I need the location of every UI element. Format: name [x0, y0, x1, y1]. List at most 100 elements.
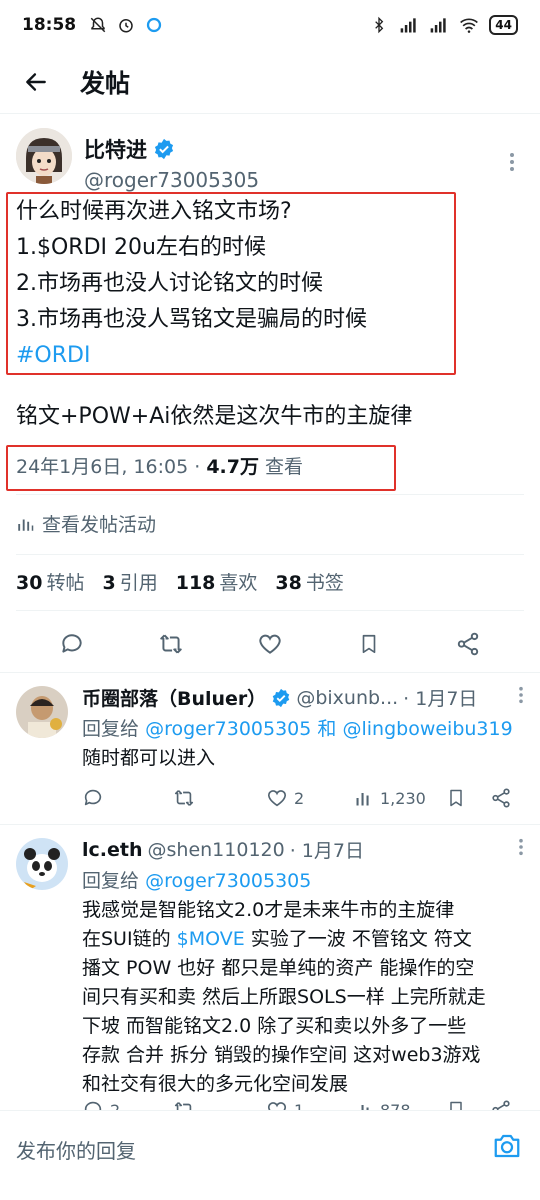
author-name[interactable]: 比特进 — [84, 134, 175, 164]
post-timestamp[interactable]: 24年1月6日, 16:05 · — [16, 456, 206, 478]
reply-text-line: 随时都可以进入 — [82, 747, 216, 769]
reply-input[interactable]: 发布你的回复 — [16, 1135, 136, 1164]
top-bar: 发帖 — [0, 50, 540, 114]
views-count: 878 — [380, 1100, 411, 1111]
reply-to-line: 回复给 @roger73005305 — [82, 866, 311, 893]
reply-author-name[interactable]: lc.eth — [82, 839, 143, 861]
stat-label: 引用 — [119, 572, 158, 594]
views-button[interactable]: 1,230 — [354, 788, 426, 808]
post-meta: 24年1月6日, 16:05 · 4.7万 查看 — [16, 452, 303, 479]
bookmark-button[interactable] — [446, 787, 466, 809]
sync-icon — [144, 15, 164, 35]
reply-action-row: 2 1,230 — [0, 782, 540, 814]
reply-icon — [61, 634, 82, 653]
mute-icon — [88, 15, 108, 35]
post-activity-link[interactable]: 查看发帖活动 — [16, 510, 156, 537]
analytics-icon — [361, 1105, 369, 1110]
reply-button[interactable] — [82, 787, 104, 809]
reply-author-handle: @bixunb... — [296, 686, 399, 709]
divider — [16, 554, 524, 555]
post-text-line: 什么时候再次进入铭文市场? — [16, 199, 292, 224]
status-bar: 18:58 44 — [0, 0, 540, 50]
mention-link[interactable]: @roger73005305 — [145, 718, 311, 740]
reply-actions: 2 1,230 — [72, 782, 532, 814]
reply-author-handle: @shen110120 — [147, 838, 285, 861]
reply-button[interactable]: 2 — [82, 1099, 120, 1110]
repost-button[interactable] — [149, 622, 193, 666]
camera-button[interactable] — [490, 1129, 524, 1163]
battery-indicator: 44 — [489, 15, 518, 35]
author-name-text: 比特进 — [84, 138, 147, 162]
avatar[interactable] — [16, 686, 68, 738]
stat-count: 3 — [102, 572, 116, 594]
post-text-line: 2.市场再也没人讨论铭文的时候 — [16, 271, 323, 296]
bookmark-button[interactable] — [347, 622, 391, 666]
views-button[interactable]: 878 — [354, 1100, 411, 1110]
stat-count: 38 — [275, 572, 302, 594]
repost-button[interactable] — [172, 787, 196, 809]
reply-text: 我感觉是智能铭文2.0才是未来牛市的主旋律 在SUI链的 $MOVE 实验了一波… — [82, 896, 512, 1099]
arrow-left-icon — [26, 72, 46, 91]
reply-to-line: 回复给 @roger73005305 和 @lingboweibu319 — [82, 714, 513, 741]
more-vertical-icon — [510, 153, 514, 171]
mention-link[interactable]: @lingboweibu319 — [342, 718, 512, 740]
verified-icon — [154, 138, 174, 160]
like-button[interactable] — [248, 622, 292, 666]
reply-count: 2 — [110, 1100, 121, 1111]
analytics-icon — [356, 793, 369, 806]
stat-quotes[interactable]: 3 引用 — [102, 568, 157, 595]
share-button[interactable] — [446, 622, 490, 666]
wifi-icon — [459, 15, 479, 35]
reply-item[interactable]: lc.eth @shen110120 · 1月7日 回复给 @roger7300… — [0, 824, 540, 1110]
more-vertical-icon — [519, 686, 523, 704]
reply-composer[interactable]: 发布你的回复 — [0, 1110, 540, 1200]
repost-icon — [160, 634, 182, 654]
repost-icon — [174, 1102, 192, 1110]
reply-text-line: 播文 POW 也好 都只是单纯的资产 能操作的空 — [82, 957, 475, 979]
reply-icon — [84, 789, 102, 806]
hashtag-link[interactable]: #ORDI — [16, 338, 516, 374]
reply-author-name[interactable]: 币圈部落（Buluer） — [82, 684, 266, 711]
avatar[interactable] — [16, 838, 68, 890]
stat-reposts[interactable]: 30 转帖 — [16, 568, 84, 595]
reply-button[interactable] — [50, 622, 94, 666]
like-button[interactable]: 2 — [266, 787, 304, 809]
mention-link[interactable]: @roger73005305 — [145, 870, 311, 892]
alarm-icon — [116, 15, 136, 35]
bookmark-button[interactable] — [446, 1099, 466, 1110]
post-stats: 30 转帖 3 引用 118 喜欢 38 书签 — [16, 568, 344, 595]
stat-bookmarks[interactable]: 38 书签 — [275, 568, 343, 595]
analytics-icon — [18, 519, 34, 531]
share-button[interactable] — [490, 1099, 512, 1110]
reply-date: · 1月7日 — [403, 688, 478, 710]
more-options-button[interactable] — [500, 150, 524, 174]
post-detail[interactable]: 比特进 @roger73005305 什么时候再次进入铭文市场? 1.$ORDI… — [0, 114, 540, 1110]
reply-header: lc.eth @shen110120 · 1月7日 — [82, 836, 502, 863]
cashtag-link[interactable]: $MOVE — [177, 928, 245, 950]
post-author: 比特进 @roger73005305 — [16, 128, 526, 198]
reply-action-row: 2 1 878 — [0, 1094, 540, 1110]
like-count: 1 — [294, 1100, 305, 1111]
post-text-line: 1.$ORDI 20u左右的时候 — [16, 235, 266, 260]
mention-join: 和 — [317, 718, 337, 740]
avatar[interactable] — [16, 128, 72, 184]
author-handle: @roger73005305 — [84, 168, 260, 192]
reply-icon — [84, 1101, 102, 1110]
more-options-button[interactable] — [518, 838, 524, 860]
activity-label: 查看发帖活动 — [42, 514, 157, 536]
repost-button[interactable] — [172, 1099, 196, 1110]
stat-label: 书签 — [305, 572, 344, 594]
bookmark-icon — [450, 1101, 462, 1110]
back-button[interactable] — [0, 50, 72, 114]
reply-actions: 2 1 878 — [72, 1094, 532, 1110]
more-options-button[interactable] — [518, 686, 524, 708]
signal-icon — [399, 15, 419, 35]
share-button[interactable] — [490, 787, 512, 809]
stat-likes[interactable]: 118 喜欢 — [176, 568, 258, 595]
bookmark-icon — [362, 634, 376, 654]
views-count: 4.7万 — [206, 456, 259, 478]
reply-date: · 1月7日 — [289, 840, 364, 862]
repost-icon — [174, 790, 194, 806]
reply-text-prefix: 在SUI链的 — [82, 928, 177, 950]
like-button[interactable]: 1 — [266, 1099, 304, 1110]
